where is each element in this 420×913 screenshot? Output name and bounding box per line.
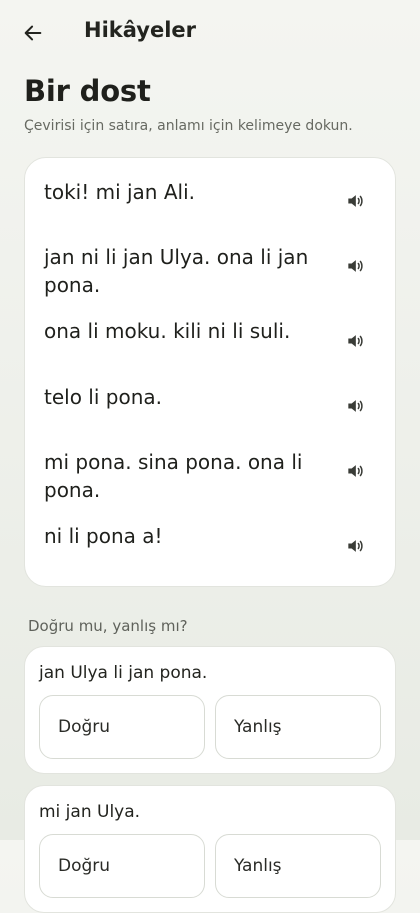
speaker-icon[interactable] (345, 536, 365, 556)
true-button[interactable]: Doğru (39, 834, 205, 898)
quiz-question: jan Ulya li jan pona. (39, 663, 208, 683)
speaker-icon[interactable] (345, 191, 365, 211)
speaker-icon[interactable] (345, 396, 365, 416)
back-button[interactable] (18, 18, 48, 48)
story-line[interactable]: ona li moku. kili ni li suli. (44, 317, 334, 345)
speaker-icon[interactable] (345, 461, 365, 481)
arrow-left-icon (24, 25, 42, 41)
story-instructions: Çevirisi için satıra, anlamı için kelime… (24, 118, 353, 134)
speaker-icon[interactable] (345, 331, 365, 351)
quiz-section-label: Doğru mu, yanlış mı? (28, 617, 188, 635)
story-line[interactable]: toki! mi jan Ali. (44, 178, 334, 206)
story-card: toki! mi jan Ali. jan ni li jan Ulya. on… (24, 157, 396, 587)
story-line[interactable]: ni li pona a! (44, 522, 334, 550)
false-button[interactable]: Yanlış (215, 834, 381, 898)
app-bar: Hikâyeler (0, 0, 420, 64)
quiz-card: jan Ulya li jan pona. Doğru Yanlış (24, 646, 396, 774)
true-button[interactable]: Doğru (39, 695, 205, 759)
false-button[interactable]: Yanlış (215, 695, 381, 759)
story-line[interactable]: jan ni li jan Ulya. ona li jan pona. (44, 243, 334, 299)
app-bar-title: Hikâyeler (84, 18, 196, 42)
story-title: Bir dost (24, 74, 151, 108)
quiz-card: mi jan Ulya. Doğru Yanlış (24, 785, 396, 913)
speaker-icon[interactable] (345, 256, 365, 276)
quiz-question: mi jan Ulya. (39, 802, 141, 822)
story-line[interactable]: mi pona. sina pona. ona li pona. (44, 448, 334, 504)
story-line[interactable]: telo li pona. (44, 383, 334, 411)
